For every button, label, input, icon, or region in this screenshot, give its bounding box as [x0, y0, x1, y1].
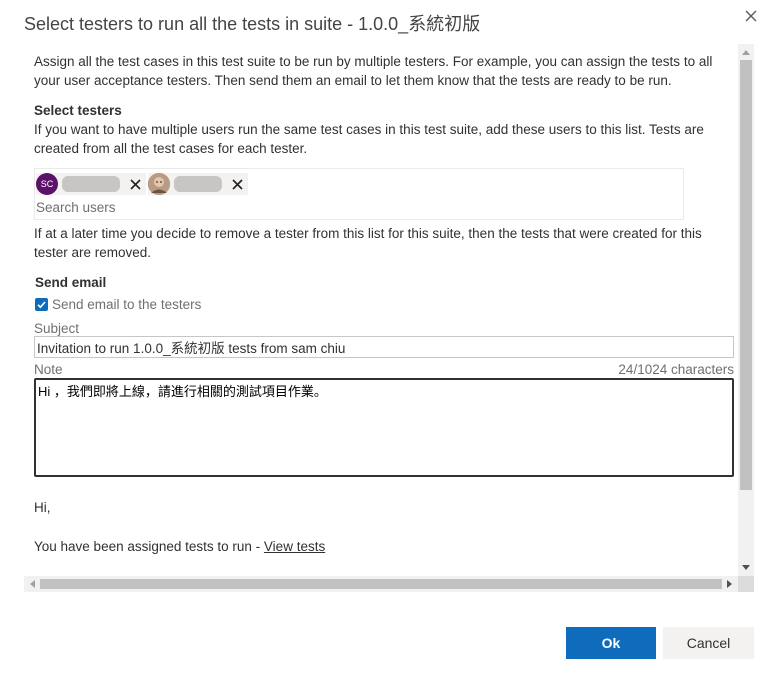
remove-tester-note: If at a later time you decide to remove … — [34, 226, 702, 260]
horizontal-scroll-thumb[interactable] — [40, 579, 722, 589]
email-preview-assigned: You have been assigned tests to run - Vi… — [34, 537, 325, 556]
tester-name-redacted — [62, 176, 120, 192]
selected-tester-pill — [148, 173, 248, 195]
vertical-scrollbar[interactable] — [738, 44, 754, 576]
scroll-down-icon[interactable] — [738, 560, 754, 576]
vertical-scroll-thumb[interactable] — [740, 60, 752, 490]
scroll-right-icon[interactable] — [722, 576, 738, 592]
scroll-left-icon[interactable] — [24, 576, 40, 592]
remove-tester-icon[interactable] — [128, 177, 142, 191]
select-testers-dialog: Select testers to run all the tests in s… — [0, 0, 777, 684]
subject-input[interactable] — [34, 336, 734, 358]
cancel-button[interactable]: Cancel — [663, 627, 754, 659]
selected-tester-pill: SC — [36, 173, 146, 195]
tester-name-redacted — [174, 176, 222, 192]
tester-picker[interactable]: SC — [34, 168, 684, 220]
avatar — [148, 173, 170, 195]
note-label: Note — [34, 362, 63, 377]
remove-tester-icon[interactable] — [230, 177, 244, 191]
ok-button[interactable]: Ok — [566, 627, 656, 659]
horizontal-scrollbar[interactable] — [24, 576, 738, 592]
scroll-up-icon[interactable] — [738, 44, 754, 60]
intro-text: Assign all the test cases in this test s… — [34, 54, 713, 88]
dialog-title: Select testers to run all the tests in s… — [24, 14, 481, 34]
search-users-input[interactable] — [36, 197, 676, 217]
note-textarea[interactable]: Hi ，我們即將上線，請進行相關的測試項目作業。 — [34, 378, 734, 477]
send-email-checkbox-row[interactable]: Send email to the testers — [35, 295, 201, 314]
send-email-checkbox-label: Send email to the testers — [52, 297, 202, 312]
assigned-text: You have been assigned tests to run - — [34, 539, 264, 554]
view-tests-link[interactable]: View tests — [264, 539, 325, 554]
select-testers-description: If you want to have multiple users run t… — [34, 122, 704, 156]
avatar-initials: SC — [40, 178, 54, 189]
scrollbar-corner — [738, 576, 754, 592]
dialog-body: Assign all the test cases in this test s… — [24, 44, 754, 592]
email-preview-greeting: Hi, — [34, 500, 51, 515]
note-character-count: 24/1024 characters — [618, 362, 734, 377]
send-email-heading: Send email — [35, 275, 107, 290]
avatar: SC — [36, 173, 58, 195]
send-email-checkbox[interactable] — [35, 298, 48, 311]
select-testers-heading: Select testers — [34, 103, 122, 118]
close-icon[interactable] — [743, 8, 759, 24]
